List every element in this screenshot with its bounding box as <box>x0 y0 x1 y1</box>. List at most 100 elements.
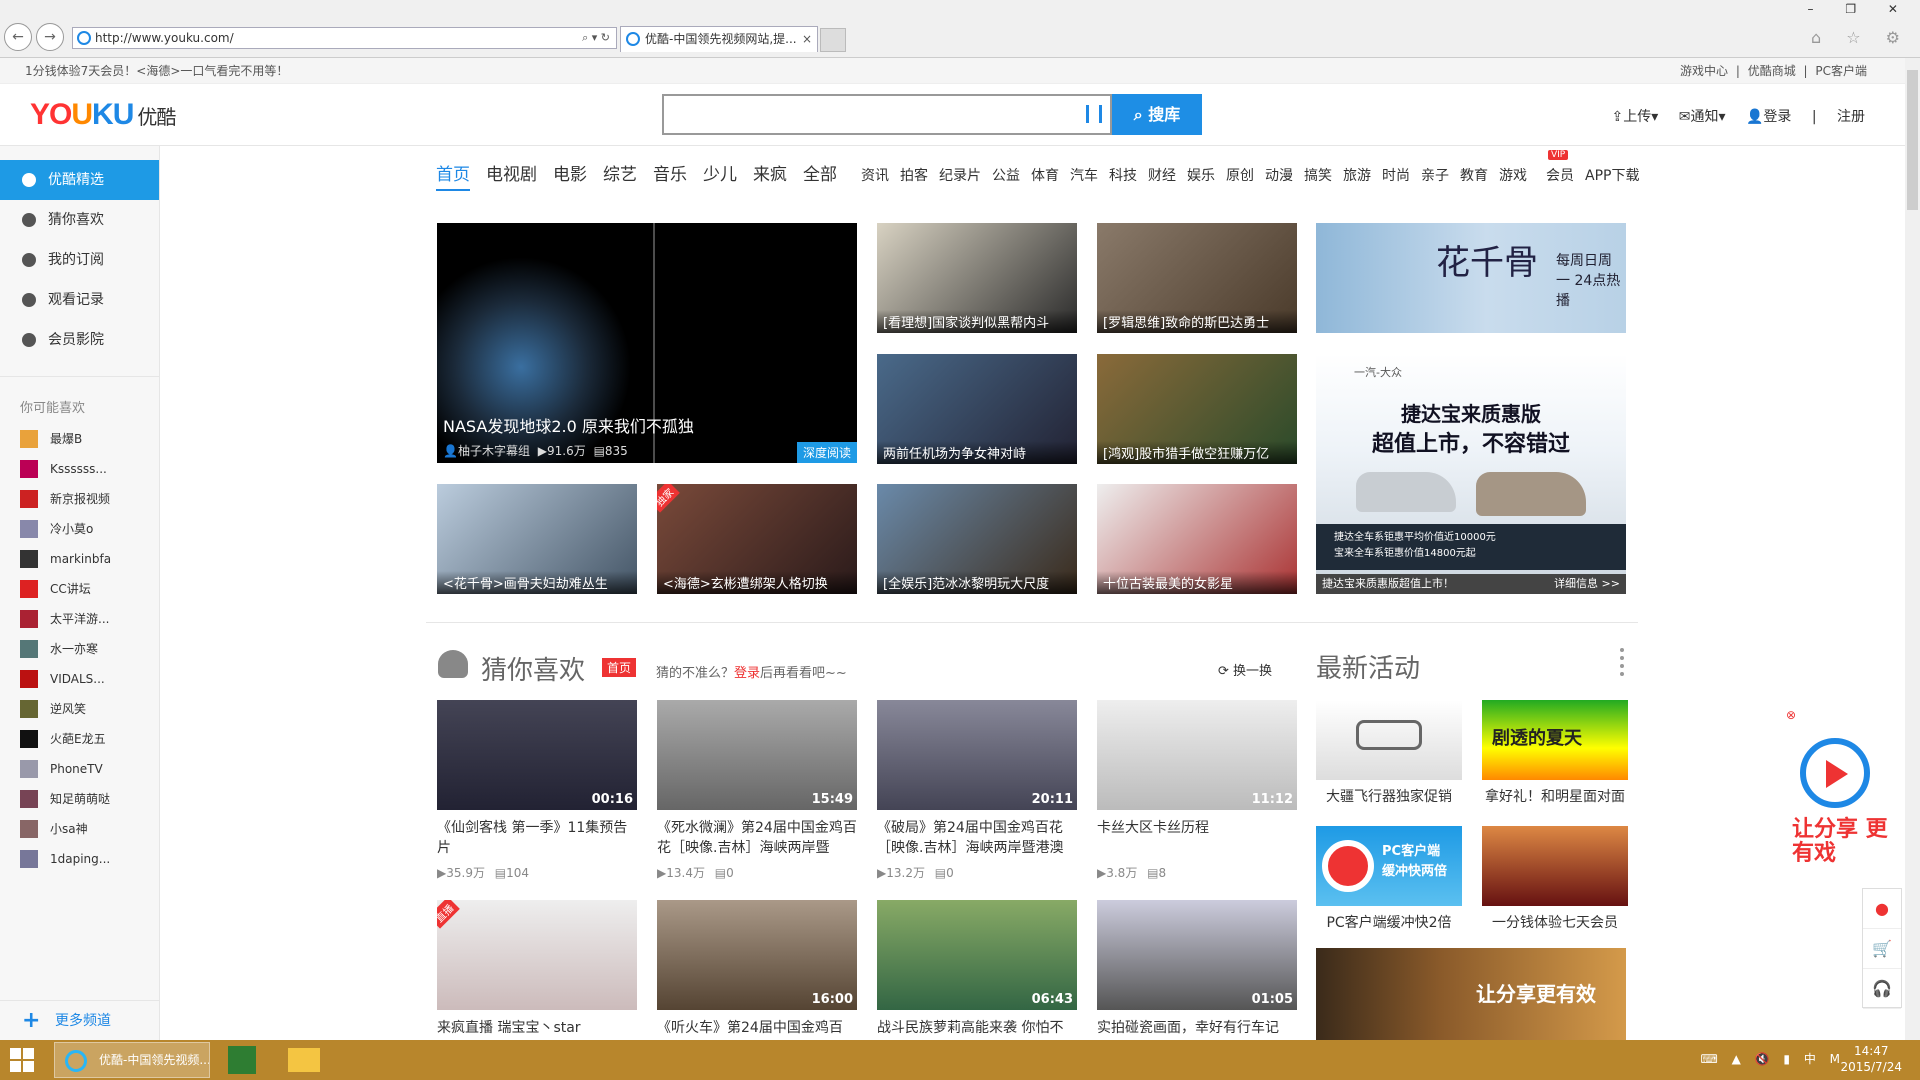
sidebar-item-guess[interactable]: 猜你喜欢 <box>0 200 159 240</box>
sidebar-item-featured[interactable]: 优酷精选 <box>0 160 159 200</box>
featured-tile[interactable]: [罗辑思维]致命的斯巴达勇士 <box>1097 223 1297 333</box>
activity-title[interactable]: 拿好礼！和明星面对面 <box>1482 786 1628 806</box>
hint-login-link[interactable]: 登录 <box>734 666 760 681</box>
activity-title[interactable]: 大疆飞行器独家促销 <box>1316 786 1462 806</box>
activity-title[interactable]: 一分钱体验七天会员 <box>1482 912 1628 932</box>
window-controls[interactable]: – ❐ ✕ <box>1808 2 1912 16</box>
video-card[interactable]: 01:05 实拍碰瓷画面，幸好有行车记 <box>1097 900 1297 1058</box>
store-icon[interactable] <box>228 1046 256 1074</box>
tab-youku[interactable]: 优酷-中国领先视频网站,提... × <box>620 26 818 52</box>
activity-thumbnail[interactable]: PC客户端 缓冲快两倍 <box>1316 826 1462 906</box>
sidebar-subscription-item[interactable]: 1daping... <box>0 844 159 874</box>
login-link[interactable]: 👤登录 | 注册 <box>1746 109 1865 125</box>
more-channels-link[interactable]: + 更多频道 <box>0 1000 160 1040</box>
channel-link[interactable]: 科技 <box>1109 165 1137 185</box>
voice-search-icon[interactable] <box>1086 105 1102 123</box>
youku-logo[interactable]: YOUKU 优酷 <box>30 98 176 132</box>
activity-card[interactable]: 大疆飞行器独家促销 <box>1316 700 1462 806</box>
channel-link[interactable]: 旅游 <box>1343 165 1371 185</box>
channel-tab[interactable]: 电视剧 <box>486 160 537 185</box>
share-banner[interactable]: 让分享更有效 <box>1316 948 1626 1040</box>
video-thumbnail[interactable]: 20:11 <box>877 700 1077 810</box>
channel-tab[interactable]: 少儿 <box>703 160 737 185</box>
video-card[interactable]: 11:12 卡丝大区卡丝历程 ▶3.8万 ▤8 <box>1097 700 1297 881</box>
new-tab-button[interactable] <box>820 28 846 52</box>
video-title[interactable]: 《仙剑客栈 第一季》11集预告片 <box>437 818 637 858</box>
page-scrollbar[interactable] <box>1905 58 1920 1040</box>
activity-thumbnail[interactable] <box>1316 700 1462 780</box>
sidebar-item-history[interactable]: 观看记录 <box>0 280 159 320</box>
sidebar-subscription-item[interactable]: 逆风笑 <box>0 694 159 724</box>
video-thumbnail[interactable]: 16:00 <box>657 900 857 1010</box>
sidebar-subscription-item[interactable]: CC讲坛 <box>0 574 159 604</box>
channel-link[interactable]: 财经 <box>1148 165 1176 185</box>
taskbar-ie-button[interactable]: 优酷-中国领先视频... <box>54 1042 210 1078</box>
channel-link[interactable]: 公益 <box>992 165 1020 185</box>
featured-tile[interactable]: [全娱乐]范冰冰黎明玩大尺度 <box>877 484 1077 594</box>
upload-button[interactable]: ⇪上传▾ <box>1612 109 1659 125</box>
featured-tile[interactable]: <海德>玄彬遭绑架人格切换 独家 <box>657 484 857 594</box>
featured-tile[interactable]: 十位古装最美的女影星 <box>1097 484 1297 594</box>
video-thumbnail[interactable]: 直播 <box>437 900 637 1010</box>
sidebar-item-vip[interactable]: 会员影院 <box>0 320 159 360</box>
channel-link[interactable]: 拍客 <box>900 165 928 185</box>
channel-extra-link[interactable]: APP下载 <box>1585 165 1639 185</box>
back-button[interactable]: ← <box>4 23 32 51</box>
sidebar-subscription-item[interactable]: PhoneTV <box>0 754 159 784</box>
activity-thumbnail[interactable] <box>1482 826 1628 906</box>
video-title[interactable]: 《死水微澜》第24届中国金鸡百花［映像.吉林］海峡两岸暨 <box>657 818 857 858</box>
channel-link[interactable]: 资讯 <box>861 165 889 185</box>
channel-link[interactable]: 体育 <box>1031 165 1059 185</box>
channel-tab[interactable]: 电影 <box>553 160 587 185</box>
video-title[interactable]: 卡丝大区卡丝历程 <box>1097 818 1297 858</box>
ad-top-banner[interactable]: 花千骨 每周日周一 24点热播 <box>1316 223 1626 333</box>
search-button[interactable]: ⌕ 搜库 <box>1112 94 1202 135</box>
promo-link[interactable]: 1分钱体验7天会员！<海德>一口气看完不用等！ <box>25 58 288 84</box>
clock[interactable]: 14:47 2015/7/24 <box>1840 1043 1902 1075</box>
channel-link[interactable]: 教育 <box>1460 165 1488 185</box>
windows-start-icon[interactable] <box>10 1048 34 1072</box>
ie-toolbar-icons[interactable]: ⌂ ☆ ⚙ <box>1811 28 1910 47</box>
activity-title[interactable]: PC客户端缓冲快2倍 <box>1316 912 1462 932</box>
channel-tab[interactable]: 全部 <box>803 160 837 185</box>
channel-link[interactable]: 纪录片 <box>939 165 981 185</box>
featured-tile[interactable]: 两前任机场为争女神对峙 <box>877 354 1077 464</box>
sidebar-subscription-item[interactable]: VIDALS... <box>0 664 159 694</box>
notify-button[interactable]: ✉通知▾ <box>1679 109 1726 125</box>
video-card[interactable]: 15:49 《死水微澜》第24届中国金鸡百花［映像.吉林］海峡两岸暨 ▶13.4万 … <box>657 700 857 881</box>
video-thumbnail[interactable]: 00:16 <box>437 700 637 810</box>
sidebar-subscription-item[interactable]: Kssssss... <box>0 454 159 484</box>
sidebar-subscription-item[interactable]: markinbfa <box>0 544 159 574</box>
ad-car[interactable]: 一汽-大众 捷达宝来质惠版 超值上市，不容错过 捷达全车系钜惠平均价值近1000… <box>1316 354 1626 594</box>
scrollbar-thumb[interactable] <box>1907 70 1918 210</box>
refresh-button[interactable]: ⟳ 换一换 <box>1218 660 1272 679</box>
video-card[interactable]: 直播 来疯直播 瑞宝宝丶star <box>437 900 637 1058</box>
sidebar-subscription-item[interactable]: 冷小莫o <box>0 514 159 544</box>
channel-tab[interactable]: 首页 <box>436 160 470 191</box>
address-tools[interactable]: ⌕ ▾ ↻ <box>582 28 610 48</box>
hero-video[interactable]: NASA发现地球2.0 原来我们不孤独 👤柚子木字幕组 ▶91.6万 ▤835 … <box>437 223 857 463</box>
channel-link[interactable]: 娱乐 <box>1187 165 1215 185</box>
cart-icon[interactable]: 🛒 <box>1863 929 1901 969</box>
video-card[interactable]: 00:16 《仙剑客栈 第一季》11集预告片 ▶35.9万 ▤104 <box>437 700 637 881</box>
folder-icon[interactable] <box>288 1048 320 1072</box>
channel-link[interactable]: 游戏 <box>1499 165 1527 185</box>
activity-card[interactable]: 一分钱体验七天会员 <box>1482 826 1628 932</box>
activity-card[interactable]: PC客户端 缓冲快两倍 PC客户端缓冲快2倍 <box>1316 826 1462 932</box>
featured-tile[interactable]: [看理想]国家谈判似黑帮内斗 <box>877 223 1077 333</box>
sidebar-subscription-item[interactable]: 知足萌萌哒 <box>0 784 159 814</box>
video-thumbnail[interactable]: 01:05 <box>1097 900 1297 1010</box>
featured-tile[interactable]: <花千骨>画骨夫妇劫难丛生 <box>437 484 637 594</box>
sidebar-subscription-item[interactable]: 火葩E龙五 <box>0 724 159 754</box>
activity-thumbnail[interactable]: 剧透的夏天 <box>1482 700 1628 780</box>
headset-icon[interactable]: 🎧 <box>1863 969 1901 1009</box>
video-card[interactable]: 06:43 战斗民族萝莉高能来袭 你怕不 <box>877 900 1077 1058</box>
address-bar[interactable]: http://www.youku.com/ ⌕ ▾ ↻ <box>72 27 617 49</box>
floating-ad[interactable]: ⊗ 让分享 更有戏 <box>1778 708 1898 868</box>
channel-link[interactable]: 原创 <box>1226 165 1254 185</box>
video-title[interactable]: 《破局》第24届中国金鸡百花［映像.吉林］海峡两岸暨港澳 <box>877 818 1077 858</box>
coca-cola-icon[interactable]: ● <box>1863 889 1901 929</box>
channel-link[interactable]: 时尚 <box>1382 165 1410 185</box>
channel-link[interactable]: 汽车 <box>1070 165 1098 185</box>
sidebar-subscription-item[interactable]: 太平洋游... <box>0 604 159 634</box>
